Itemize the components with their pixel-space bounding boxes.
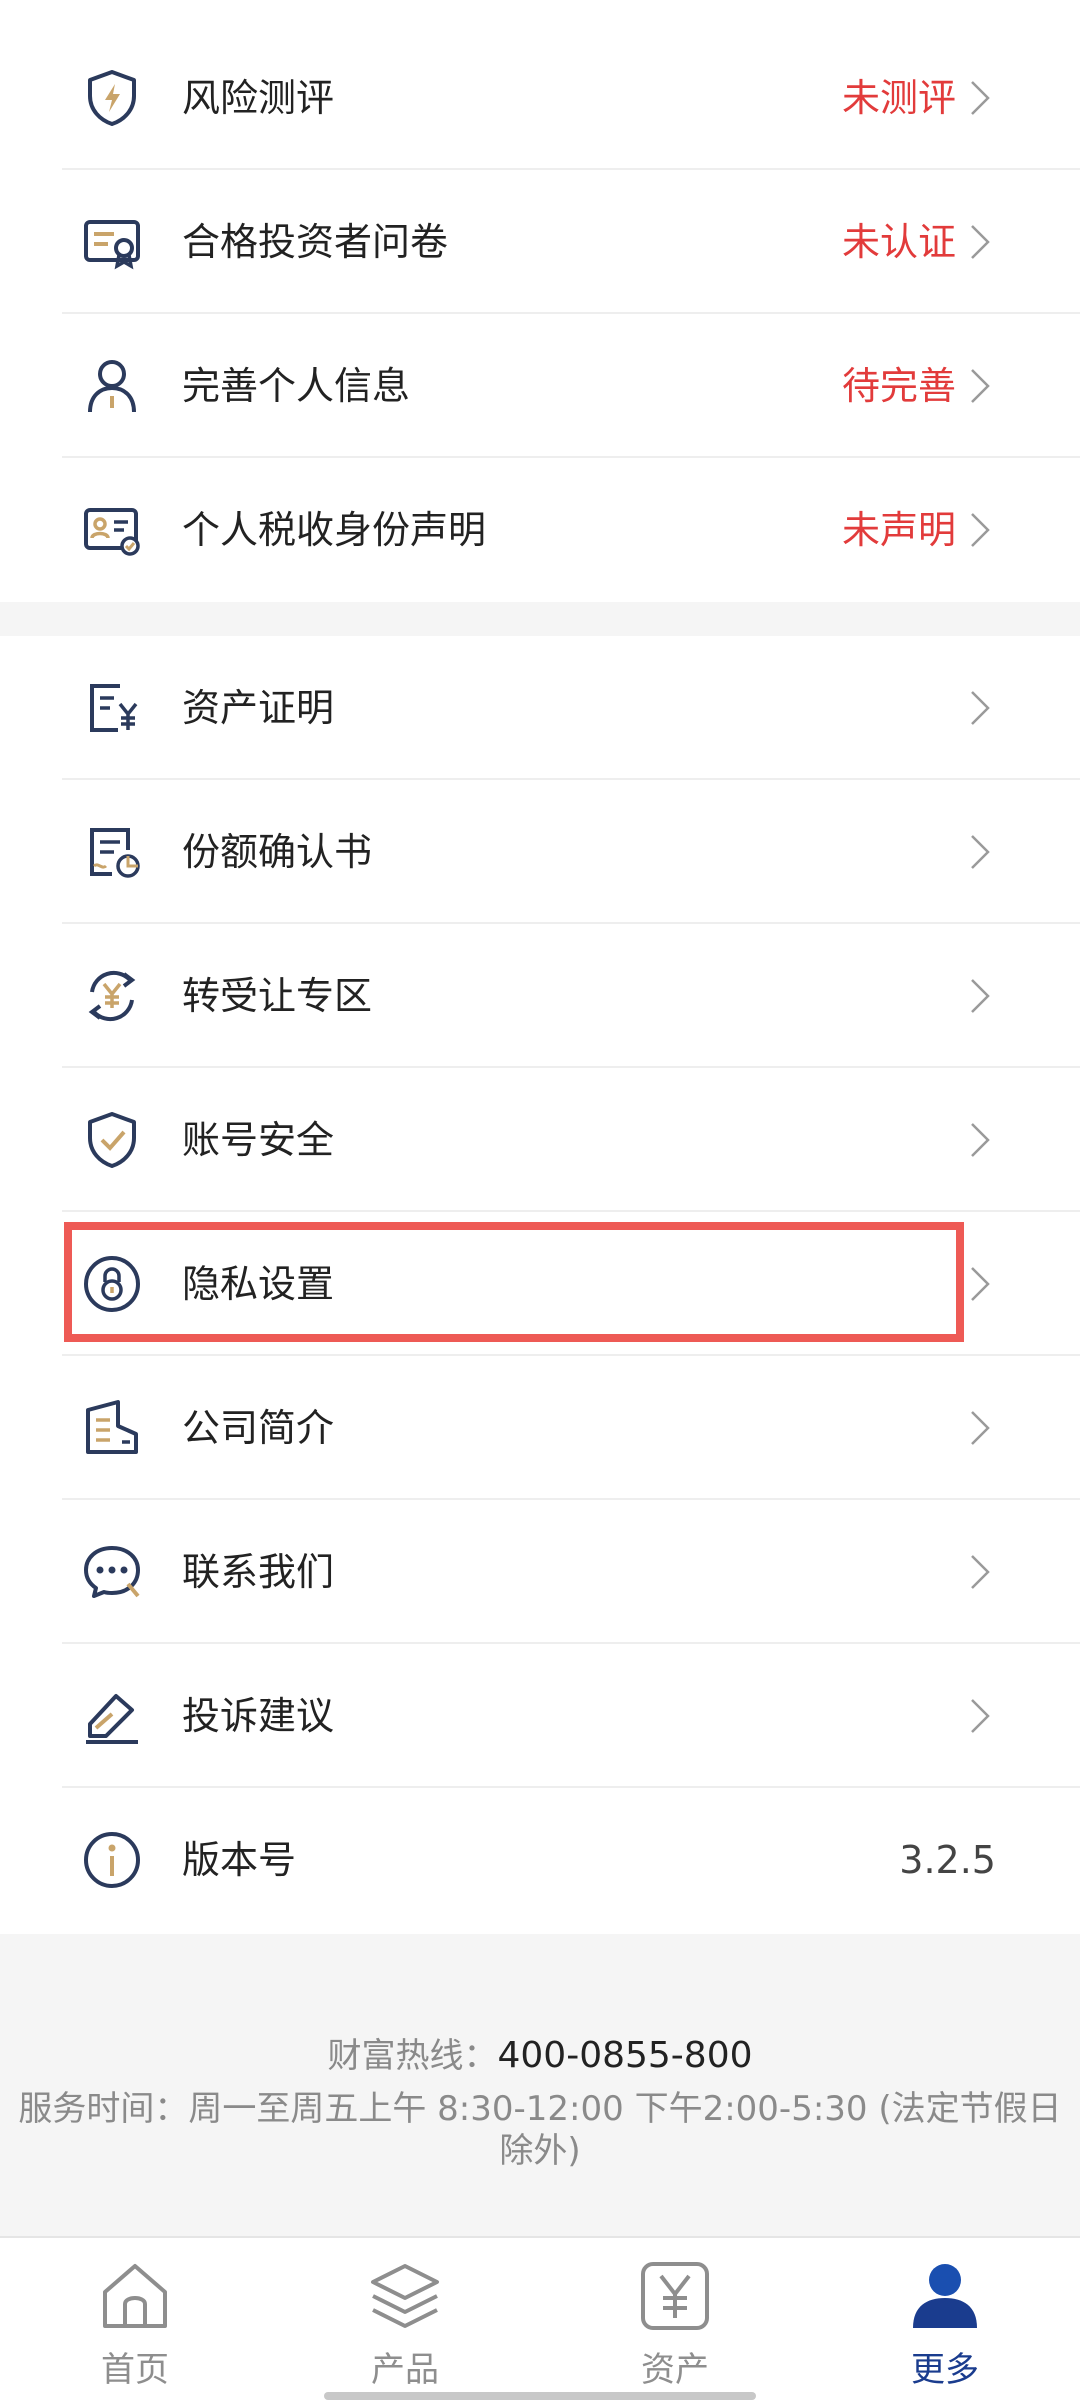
version-row: 版本号 3.2.5 — [62, 1788, 1080, 1932]
hotline-label: 财富热线： — [327, 2036, 498, 2076]
qualified-investor-status: 未认证 — [841, 220, 956, 264]
tab-more-label: 更多 — [911, 2350, 979, 2390]
chevron-right-icon — [971, 369, 990, 403]
version-value: 3.2.5 — [899, 1838, 996, 1882]
bottom-tab-bar: 首页 产品 资产 更多 — [0, 2236, 1080, 2408]
services-group: 资产证明 份额确认书 转受让专区 账号安全 隐私设置 公司简介 联系我们 投诉建… — [0, 636, 1080, 1934]
more-page: 风险测评 未测评 合格投资者问卷 未认证 完善个人信息 待完善 个人税收身份声明… — [0, 0, 1080, 2408]
tax-residency-row[interactable]: 个人税收身份声明 未声明 — [62, 458, 1080, 602]
contact-us-row[interactable]: 联系我们 — [62, 1500, 1080, 1644]
info-icon — [84, 1832, 140, 1888]
chevron-right-icon — [971, 835, 990, 869]
complaints-label: 投诉建议 — [182, 1694, 335, 1738]
home-icon — [103, 2264, 167, 2328]
chevron-right-icon — [971, 513, 990, 547]
contact-us-label: 联系我们 — [182, 1550, 335, 1594]
chevron-right-icon — [971, 225, 990, 259]
person-icon — [88, 360, 136, 413]
tab-home-label: 首页 — [101, 2350, 169, 2390]
personal-info-status: 待完善 — [841, 364, 956, 408]
asset-certificate-row[interactable]: 资产证明 — [62, 636, 1080, 780]
yen-exchange-icon — [88, 970, 136, 1022]
section-divider — [0, 602, 1080, 636]
id-card-icon — [84, 508, 140, 556]
chevron-right-icon — [971, 691, 990, 725]
complaints-row[interactable]: 投诉建议 — [62, 1644, 1080, 1788]
tax-residency-status: 未声明 — [841, 508, 956, 552]
qualified-investor-row[interactable]: 合格投资者问卷 未认证 — [62, 170, 1080, 314]
risk-assessment-row[interactable]: 风险测评 未测评 — [62, 26, 1080, 170]
tab-assets[interactable]: 资产 — [540, 2238, 810, 2408]
document-yen-icon — [90, 684, 138, 732]
qualified-investor-label: 合格投资者问卷 — [182, 220, 449, 264]
home-indicator[interactable] — [324, 2392, 756, 2400]
tab-products[interactable]: 产品 — [270, 2238, 540, 2408]
user-icon — [913, 2264, 977, 2328]
tab-products-label: 产品 — [371, 2350, 439, 2390]
account-status-group: 风险测评 未测评 合格投资者问卷 未认证 完善个人信息 待完善 个人税收身份声明… — [0, 26, 1080, 602]
risk-assessment-status: 未测评 — [841, 76, 956, 120]
risk-assessment-label: 风险测评 — [182, 76, 335, 120]
privacy-settings-row[interactable]: 隐私设置 — [62, 1212, 1080, 1356]
chevron-right-icon — [971, 1699, 990, 1733]
share-confirmation-row[interactable]: 份额确认书 — [62, 780, 1080, 924]
share-confirmation-label: 份额确认书 — [182, 830, 373, 874]
tab-more[interactable]: 更多 — [810, 2238, 1080, 2408]
transfer-zone-label: 转受让专区 — [182, 974, 373, 1018]
certificate-icon — [84, 220, 140, 270]
company-profile-label: 公司简介 — [182, 1406, 335, 1450]
transfer-zone-row[interactable]: 转受让专区 — [62, 924, 1080, 1068]
account-security-label: 账号安全 — [182, 1118, 335, 1162]
service-hours: 服务时间：周一至周五上午 8:30-12:00 下午2:00-5:30 (法定节… — [18, 2089, 1062, 2171]
chevron-right-icon — [971, 1411, 990, 1445]
chevron-right-icon — [971, 81, 990, 115]
personal-info-label: 完善个人信息 — [182, 364, 411, 408]
chevron-right-icon — [971, 979, 990, 1013]
yen-icon — [641, 2262, 709, 2330]
chevron-right-icon — [971, 1555, 990, 1589]
pen-paper-icon — [86, 1694, 138, 1744]
hotline: 财富热线：400-0855-800 — [0, 2028, 1080, 2077]
shield-check-icon — [88, 1112, 136, 1168]
building-icon — [86, 1400, 138, 1454]
company-profile-row[interactable]: 公司简介 — [62, 1356, 1080, 1500]
tab-assets-label: 资产 — [641, 2350, 709, 2390]
privacy-settings-label: 隐私设置 — [182, 1262, 335, 1306]
version-label: 版本号 — [182, 1838, 297, 1882]
shield-bolt-icon — [88, 70, 136, 126]
layers-icon — [371, 2264, 439, 2328]
account-security-row[interactable]: 账号安全 — [62, 1068, 1080, 1212]
lock-icon — [84, 1256, 140, 1312]
document-chart-icon — [90, 828, 140, 878]
tax-residency-label: 个人税收身份声明 — [182, 508, 487, 552]
hotline-number[interactable]: 400-0855-800 — [497, 2035, 752, 2076]
chevron-right-icon — [971, 1267, 990, 1301]
personal-info-row[interactable]: 完善个人信息 待完善 — [62, 314, 1080, 458]
tab-home[interactable]: 首页 — [0, 2238, 270, 2408]
footer-info: 财富热线：400-0855-800 服务时间：周一至周五上午 8:30-12:0… — [0, 1934, 1080, 2236]
chat-bubble-icon — [84, 1546, 140, 1598]
asset-certificate-label: 资产证明 — [182, 686, 335, 730]
chevron-right-icon — [971, 1123, 990, 1157]
